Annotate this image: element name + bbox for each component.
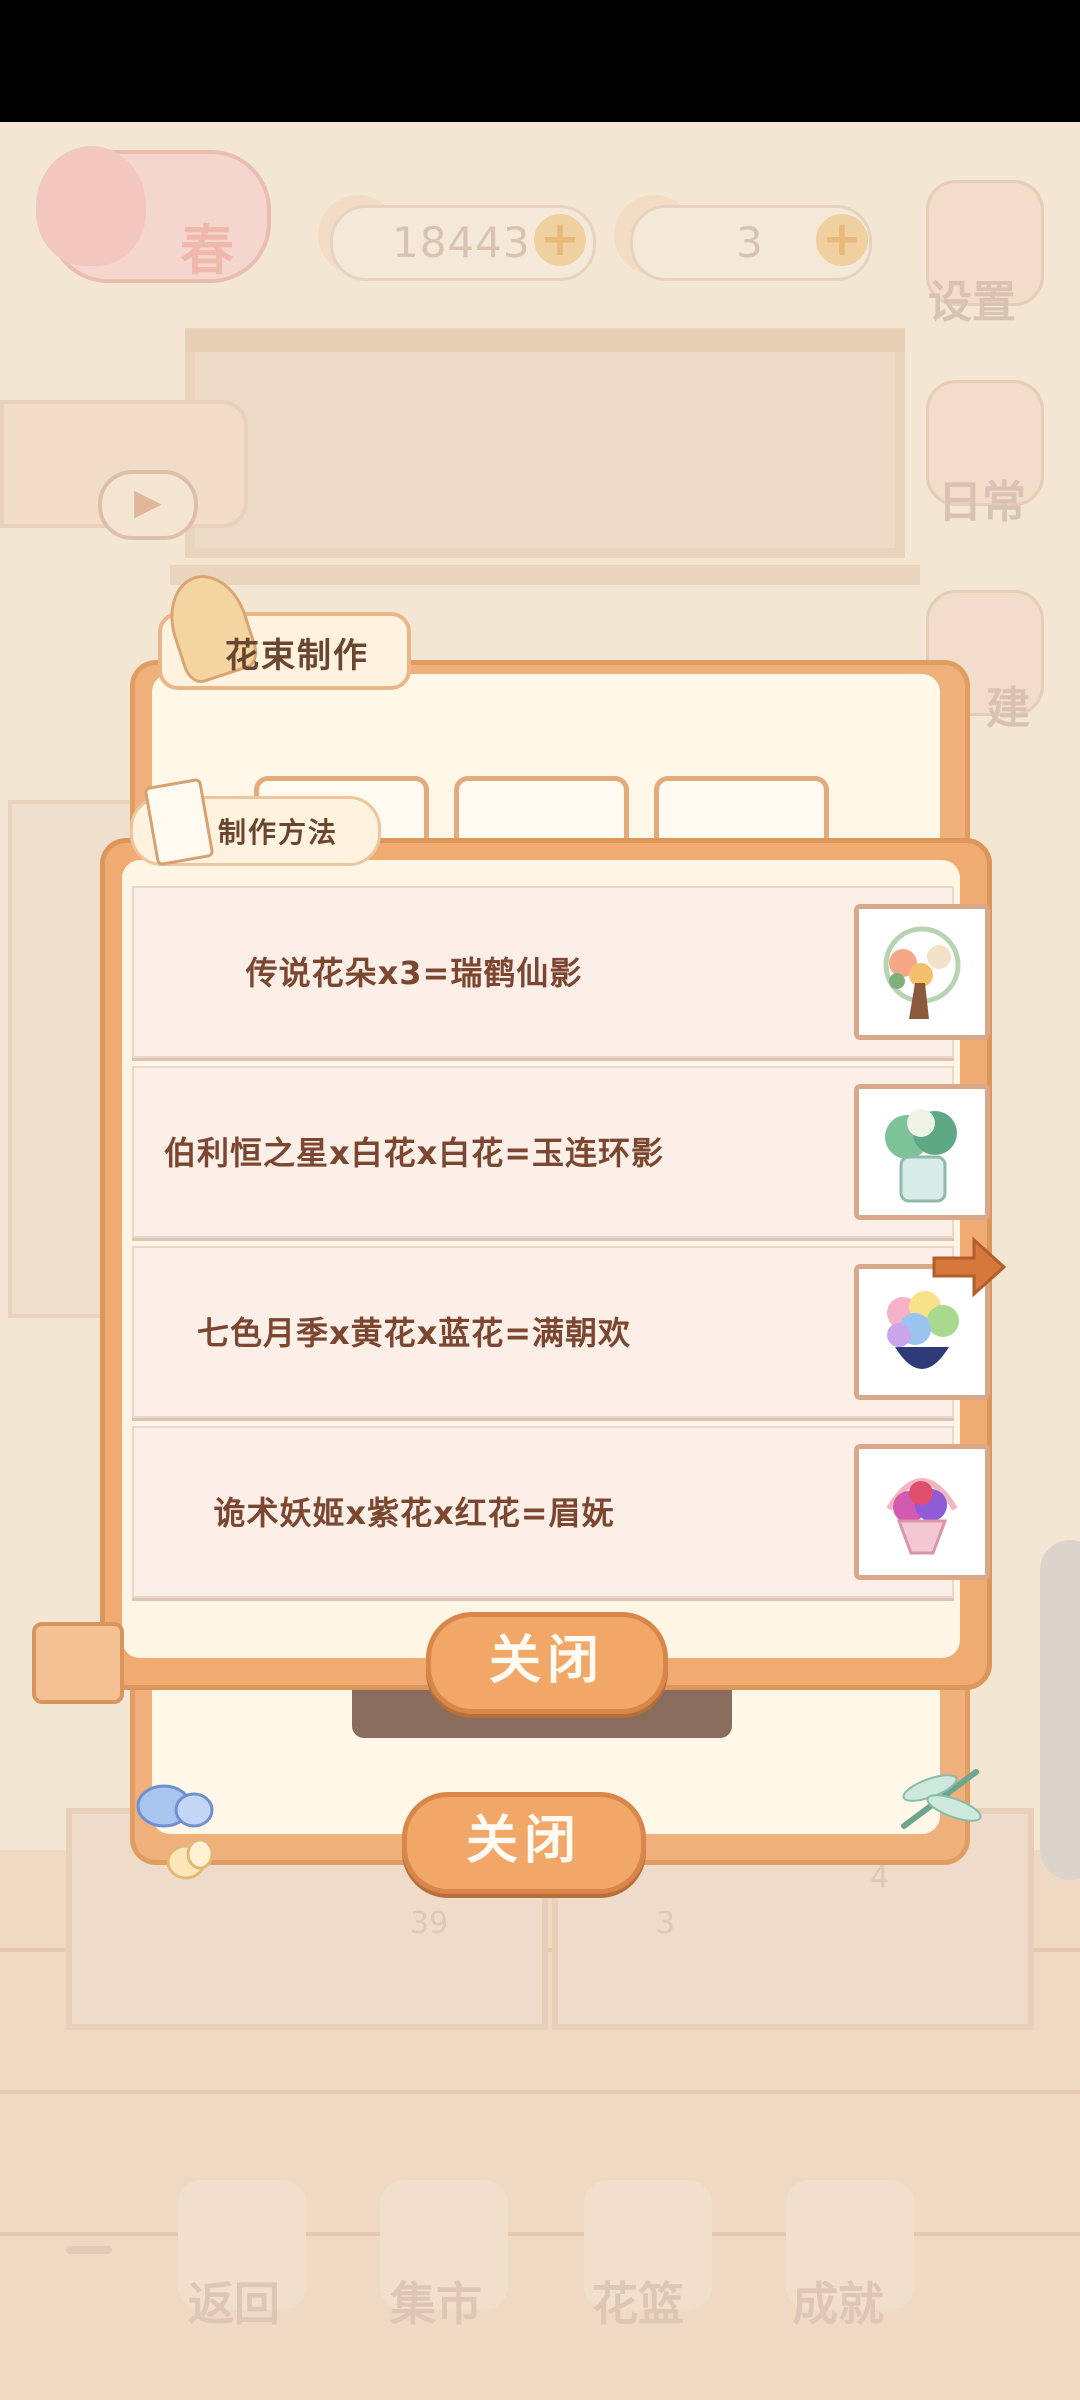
- build-label: 建: [986, 683, 1030, 734]
- recipe-close-label: 关闭: [488, 1631, 605, 1691]
- recipe-card: 伯利恒之星x白花x白花=玉连环影: [132, 1066, 990, 1238]
- dragonfly-icon: [901, 1769, 982, 1829]
- crane-bouquet-icon: [854, 904, 990, 1040]
- counter-count: 3: [656, 1906, 676, 1941]
- recipe-text: 七色月季x黄花x蓝花=满朝欢: [196, 1314, 632, 1352]
- play-icon[interactable]: ▶: [98, 470, 198, 540]
- next-page-arrow-icon[interactable]: [928, 1232, 1008, 1302]
- season-label: 春: [180, 219, 234, 282]
- nav-achievement-label: 成就: [792, 2277, 884, 2331]
- cabinet-top: [185, 330, 905, 352]
- floor-line: [0, 2232, 1080, 2236]
- recipe-card: 诡术妖姬x紫花x红花=眉妩: [132, 1426, 990, 1598]
- daily-label: 日常: [938, 477, 1026, 528]
- recipe-text: 传说花朵x3=瑞鹤仙影: [245, 954, 583, 992]
- counter-count: 4: [870, 1860, 890, 1895]
- wall-cabinet: [185, 328, 905, 558]
- nav-back-label: 返回: [188, 2277, 280, 2331]
- recipe-close-button[interactable]: 关闭: [426, 1612, 668, 1714]
- bouquet-dialog-title: 花束制作: [225, 636, 369, 676]
- recipe-text: 伯利恒之星x白花x白花=玉连环影: [163, 1134, 665, 1172]
- fish-count: 18443: [392, 218, 531, 267]
- green-bouquet-icon: [854, 1084, 990, 1220]
- cheese-count: 3: [736, 218, 764, 267]
- cat-silhouette: [1040, 1540, 1080, 1880]
- bouquet-close-button[interactable]: 关闭: [402, 1792, 646, 1894]
- recipe-text: 诡术妖姬x紫花x红花=眉妩: [213, 1494, 615, 1532]
- recipe-card: 传说花朵x3=瑞鹤仙影: [132, 886, 990, 1058]
- recipe-dialog-title: 制作方法: [218, 816, 339, 849]
- nav-basket-label: 花篮: [592, 2277, 684, 2331]
- floor-mark: [66, 2246, 112, 2254]
- flower-basket-icon: [854, 1444, 990, 1580]
- status-bar: [0, 0, 1080, 122]
- floor-line: [0, 2090, 1080, 2094]
- settings-label: 设置: [928, 277, 1016, 328]
- add-fish-button[interactable]: +: [534, 214, 586, 266]
- notebook-icon[interactable]: [32, 1622, 124, 1704]
- add-cheese-button[interactable]: +: [816, 214, 868, 266]
- tree-icon: [36, 146, 146, 266]
- nav-market-label: 集市: [390, 2277, 482, 2331]
- recipe-card: 七色月季x黄花x蓝花=满朝欢: [132, 1246, 990, 1418]
- butterfly-icon: [136, 1784, 214, 1880]
- wall-shelf: [170, 565, 920, 585]
- bouquet-close-label: 关闭: [465, 1811, 582, 1871]
- counter-count: 39: [410, 1906, 449, 1941]
